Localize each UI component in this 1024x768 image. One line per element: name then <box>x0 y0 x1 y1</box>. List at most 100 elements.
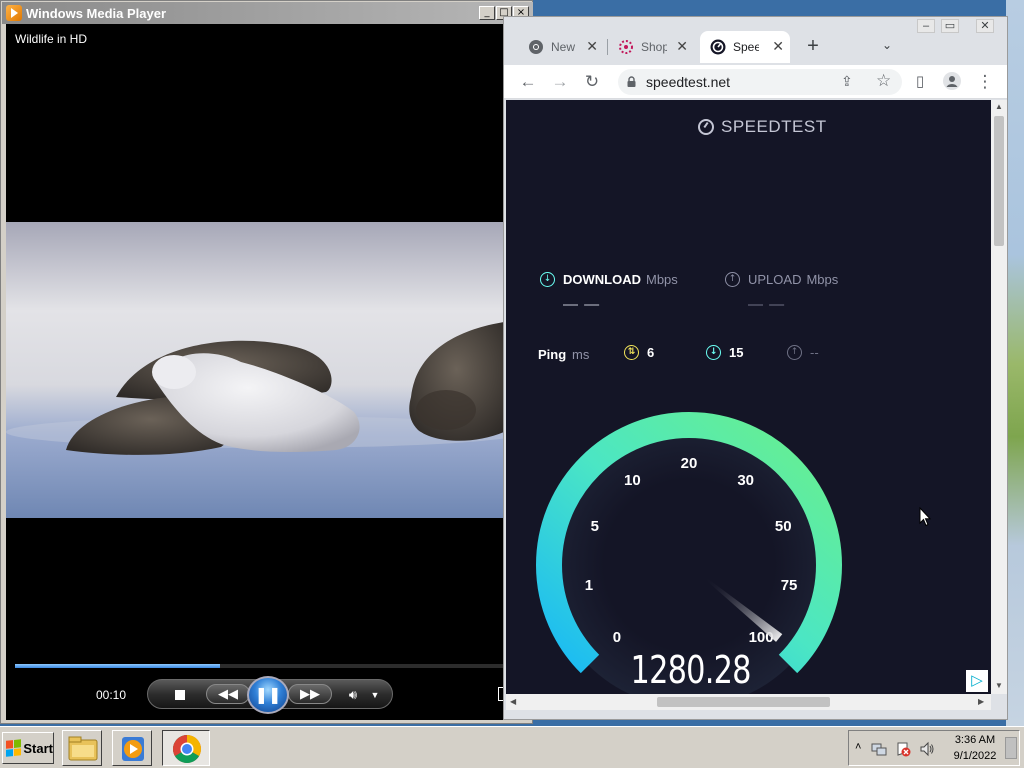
download-label: DOWNLOAD <box>563 272 641 287</box>
speedtest-icon <box>710 39 726 55</box>
browser-tab-strip[interactable]: – ▭ ✕ New T ✕ Shopp ✕ Speed ✕ + ⌄ <box>504 17 1007 65</box>
tab-search-icon[interactable]: ⌄ <box>882 38 892 52</box>
browser-window: – ▭ ✕ New T ✕ Shopp ✕ Speed ✕ + ⌄ <box>503 16 1008 720</box>
chevron-down-icon[interactable]: ▼ <box>368 688 382 702</box>
close-icon: ✕ <box>980 20 990 32</box>
media-player-video-area[interactable]: Wildlife in HD 00:10 ◀◀ ▶▶ ❚❚ 🔊︎ ▼ <box>6 24 504 720</box>
tab-close-icon[interactable]: ✕ <box>772 39 784 53</box>
rewind-icon: ◀◀ <box>218 686 238 701</box>
gauge-tick-label: 30 <box>737 472 754 489</box>
download-arrow-icon: ↓ <box>540 272 555 287</box>
seek-bar[interactable] <box>15 664 504 668</box>
tab-close-icon[interactable]: ✕ <box>676 39 688 53</box>
idle-latency-icon: ⇅ <box>624 345 639 360</box>
playback-controls: ◀◀ ▶▶ ❚❚ 🔊︎ ▼ <box>147 676 393 714</box>
ping-label: Ping <box>538 347 567 362</box>
shopping-icon <box>619 40 633 54</box>
horizontal-scroll-thumb[interactable] <box>657 697 830 707</box>
tab-close-icon[interactable]: ✕ <box>586 39 598 53</box>
download-value: — — <box>563 296 601 313</box>
now-playing-title: Wildlife in HD <box>15 32 88 46</box>
start-label: Start <box>23 740 53 756</box>
share-icon[interactable]: ⇪ <box>841 73 853 90</box>
speedtest-logo-text: SPEEDTEST <box>721 117 827 136</box>
vertical-scroll-thumb[interactable] <box>994 116 1004 246</box>
upload-arrow-icon: ↑ <box>787 345 802 360</box>
volume-icon[interactable]: 🔊︎ <box>344 686 362 704</box>
restore-icon: ▭ <box>944 20 956 32</box>
upload-unit: Mbps <box>806 272 839 287</box>
tab-new-tab[interactable]: New T ✕ <box>518 31 604 63</box>
bookmark-star-icon[interactable]: ☆ <box>876 71 891 91</box>
scroll-up-icon[interactable]: ▲ <box>995 102 1003 111</box>
taskbar-explorer-button[interactable] <box>62 730 102 766</box>
taskbar-chrome-button[interactable] <box>162 730 210 766</box>
tab-speedtest[interactable]: Speed ✕ <box>700 31 790 63</box>
start-button[interactable]: Start <box>2 732 54 764</box>
idle-latency: ⇅ 6 <box>624 345 654 360</box>
url-text: speedtest.net <box>646 74 731 90</box>
upload-value: — — <box>748 296 786 313</box>
forward-icon[interactable]: → <box>550 72 570 92</box>
tab-label: Shopp <box>641 40 667 54</box>
speedtest-logo-icon <box>698 119 714 135</box>
browser-close-button[interactable]: ✕ <box>976 19 994 33</box>
action-center-icon[interactable] <box>895 741 911 757</box>
browser-minimize-button[interactable]: – <box>917 19 935 33</box>
profile-avatar[interactable] <box>942 72 962 92</box>
back-icon[interactable]: ← <box>518 72 538 92</box>
speaker-icon[interactable] <box>919 741 935 757</box>
minimize-icon: _ <box>484 7 490 18</box>
download-latency: ↓ 15 <box>706 345 743 360</box>
speedtest-logo[interactable]: SPEEDTEST <box>698 117 827 137</box>
network-icon[interactable] <box>871 741 887 757</box>
minimize-icon: – <box>922 20 930 32</box>
fast-forward-button[interactable]: ▶▶ <box>288 684 332 704</box>
new-tab-button[interactable]: + <box>802 36 824 58</box>
download-unit: Mbps <box>646 272 678 287</box>
show-desktop-button[interactable] <box>1005 737 1017 759</box>
reload-icon[interactable]: ↻ <box>582 72 602 92</box>
gauge-tick-label: 5 <box>591 518 599 535</box>
stop-button[interactable] <box>174 689 186 701</box>
media-player-title: Windows Media Player <box>26 6 167 21</box>
menu-icon[interactable]: ⋮ <box>975 72 995 92</box>
media-player-icon <box>122 737 144 761</box>
scroll-right-icon[interactable]: ▶ <box>978 697 984 706</box>
upload-arrow-icon: ↑ <box>725 272 740 287</box>
desktop-background <box>1006 0 1024 728</box>
media-player-titlebar[interactable]: Windows Media Player _ □ × <box>2 2 533 24</box>
download-header: ↓ DOWNLOAD Mbps <box>540 272 678 287</box>
browser-restore-button[interactable]: ▭ <box>941 19 959 33</box>
clock-time[interactable]: 3:36 AM <box>953 734 997 746</box>
upload-label: UPLOAD <box>748 272 802 287</box>
ping-row: Ping ms ⇅ 6 ↓ 15 ↑ -- <box>538 345 938 365</box>
show-hidden-icons-icon[interactable]: ˄ <box>855 741 861 753</box>
vertical-scrollbar[interactable]: ▲ ▼ <box>991 100 1007 694</box>
video-frame[interactable] <box>6 222 504 518</box>
folder-icon <box>68 736 98 761</box>
media-player-window: Windows Media Player _ □ × Wildlife in H… <box>0 0 533 724</box>
upload-header: ↑ UPLOAD Mbps <box>725 272 838 287</box>
elapsed-time: 00:10 <box>96 688 127 702</box>
rewind-button[interactable]: ◀◀ <box>206 684 250 704</box>
ping-unit: ms <box>572 347 590 362</box>
fast-forward-icon: ▶▶ <box>300 686 320 701</box>
scroll-down-icon[interactable]: ▼ <box>995 681 1003 690</box>
download-latency-value: 15 <box>729 345 744 360</box>
side-panel-icon[interactable]: ▯ <box>910 72 930 92</box>
browser-toolbar: ← → ↻ speedtest.net ⇪ ☆ ▯ ⋮ <box>504 65 1007 99</box>
tab-label: New T <box>551 40 577 54</box>
idle-latency-value: 6 <box>647 345 655 360</box>
pause-button[interactable]: ❚❚ <box>247 676 289 714</box>
tab-shopping[interactable]: Shopp ✕ <box>608 31 694 63</box>
scroll-left-icon[interactable]: ◀ <box>510 697 516 706</box>
clock-date[interactable]: 9/1/2022 <box>951 750 999 762</box>
address-bar[interactable]: speedtest.net ⇪ ☆ <box>618 69 902 95</box>
adchoices-icon[interactable]: ▷ <box>966 670 988 692</box>
gauge-tick-label: 10 <box>624 472 641 489</box>
horizontal-scrollbar[interactable]: ◀ ▶ <box>506 694 991 710</box>
minimize-button[interactable]: _ <box>479 6 495 20</box>
taskbar-media-player-button[interactable] <box>112 730 152 766</box>
media-player-app-icon <box>6 5 22 21</box>
